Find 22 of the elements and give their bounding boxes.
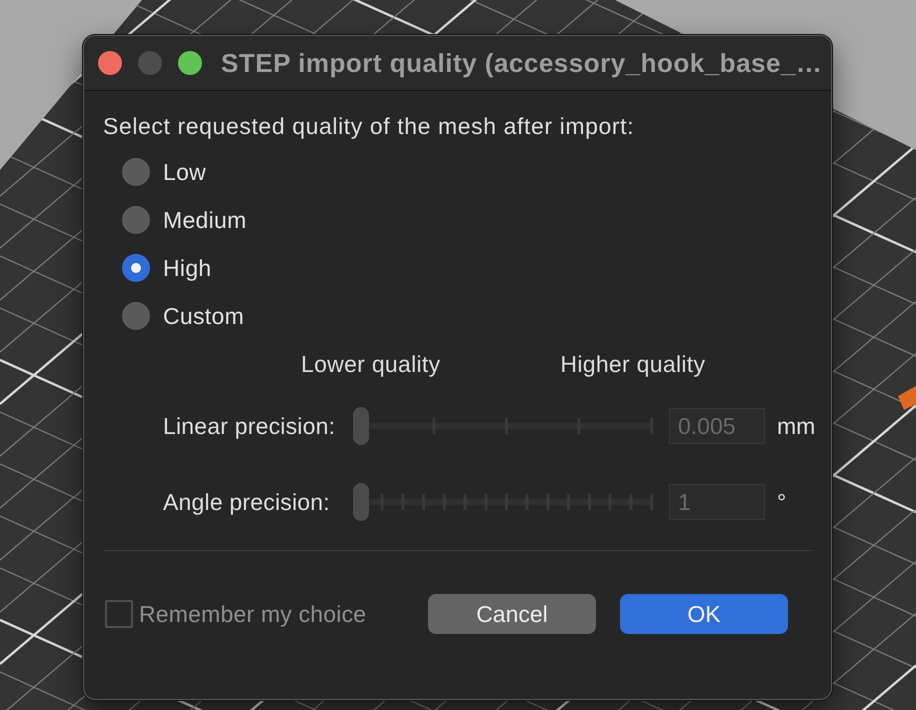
precision-label: Linear precision: <box>163 412 336 440</box>
window-title: STEP import quality (accessory_hook_base_… <box>221 48 822 78</box>
checkbox-label: Remember my choice <box>139 600 366 628</box>
prompt-text: Select requested quality of the mesh after import: <box>103 112 634 140</box>
radio-label: Custom <box>163 302 244 330</box>
radio-button[interactable] <box>122 158 150 186</box>
radio-label: High <box>163 254 212 282</box>
precision-label: Angle precision: <box>163 488 330 516</box>
scale-label: Higher quality <box>560 350 706 378</box>
close-button[interactable] <box>98 51 122 75</box>
ok-button[interactable]: OK <box>620 594 788 634</box>
unit-label: ° <box>777 488 786 516</box>
radio-label: Low <box>163 158 206 186</box>
cancel-button[interactable]: Cancel <box>428 594 596 634</box>
radio-button[interactable] <box>122 206 150 234</box>
radio-button[interactable] <box>122 302 150 330</box>
radio-button[interactable] <box>122 254 150 282</box>
zoom-button[interactable] <box>178 51 202 75</box>
checkbox[interactable] <box>105 600 133 628</box>
radio-label: Medium <box>163 206 247 234</box>
scale-label: Lower quality <box>301 350 440 378</box>
unit-label: mm <box>777 412 816 440</box>
